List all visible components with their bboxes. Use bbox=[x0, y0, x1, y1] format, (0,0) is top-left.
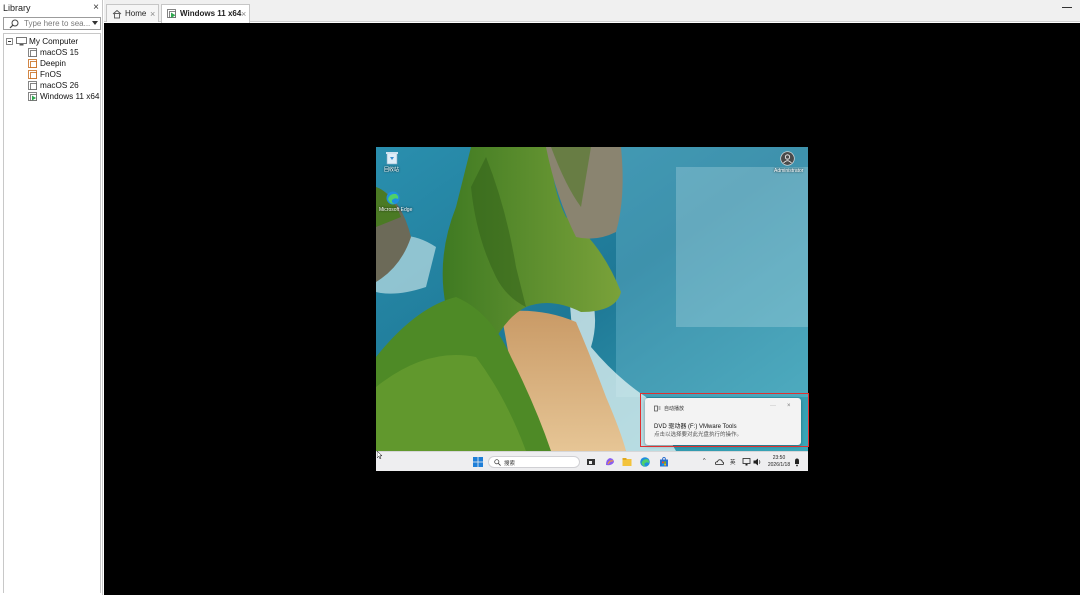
tree-item-vm[interactable]: macOS 26 bbox=[4, 80, 100, 91]
tree-item-vm-running[interactable]: Windows 11 x64 bbox=[4, 91, 100, 102]
search-icon bbox=[9, 19, 19, 29]
tab-close-button[interactable]: × bbox=[241, 9, 246, 19]
copilot-icon[interactable] bbox=[605, 457, 615, 467]
library-search-box[interactable] bbox=[3, 17, 101, 30]
notification-bell-icon[interactable] bbox=[794, 457, 800, 467]
tab-home[interactable]: Home × bbox=[106, 4, 159, 22]
tree-item-vm[interactable]: macOS 15 bbox=[4, 47, 100, 58]
library-header: Library × bbox=[0, 0, 103, 16]
mouse-cursor-icon bbox=[377, 451, 382, 459]
taskbar-search-box[interactable]: 搜索 bbox=[488, 456, 580, 468]
tree-item-vm[interactable]: Deepin bbox=[4, 58, 100, 69]
clock-date: 2026/1/18 bbox=[767, 461, 791, 468]
tab-close-button[interactable]: × bbox=[150, 9, 155, 19]
tree-label: Windows 11 x64 bbox=[40, 92, 100, 101]
tree-label: macOS 26 bbox=[40, 81, 79, 90]
library-search-input[interactable] bbox=[24, 18, 90, 29]
library-panel: Library × My Computer bbox=[0, 0, 103, 595]
desktop-icon-edge[interactable]: Microsoft Edge bbox=[379, 191, 412, 223]
home-icon bbox=[112, 9, 122, 19]
tree-label: macOS 15 bbox=[40, 48, 79, 57]
tree-item-my-computer[interactable]: My Computer bbox=[4, 36, 100, 47]
ime-indicator[interactable]: 英 bbox=[730, 458, 736, 466]
recycle-bin-icon bbox=[386, 152, 398, 165]
annotation-highlight-box bbox=[640, 393, 809, 447]
library-title: Library bbox=[3, 3, 31, 13]
library-tree: My Computer macOS 15 Deepin FnOS macOS 2… bbox=[3, 33, 101, 593]
vm-icon bbox=[28, 70, 37, 79]
vm-icon bbox=[28, 81, 37, 90]
desktop-icon-recycle-bin[interactable]: 回收站 bbox=[384, 151, 400, 175]
volume-icon[interactable] bbox=[753, 458, 762, 466]
onedrive-cloud-icon[interactable] bbox=[715, 458, 724, 466]
vm-icon bbox=[28, 48, 37, 57]
library-close-button[interactable]: × bbox=[93, 2, 99, 13]
windows-start-icon[interactable] bbox=[473, 457, 483, 467]
taskbar-clock[interactable]: 23:50 2026/1/18 bbox=[765, 455, 793, 468]
search-icon bbox=[494, 459, 501, 466]
edge-taskbar-icon[interactable] bbox=[640, 457, 650, 467]
vmware-window: Library × My Computer bbox=[0, 0, 1080, 595]
minimize-button[interactable] bbox=[1062, 7, 1072, 8]
collapse-toggle[interactable] bbox=[6, 38, 13, 45]
tab-label: Windows 11 x64 bbox=[180, 9, 242, 18]
tab-windows-11[interactable]: Windows 11 x64 × bbox=[161, 4, 250, 23]
taskbar-search-text: 搜索 bbox=[504, 461, 516, 467]
desktop-icon-label: 回收站 bbox=[384, 167, 400, 173]
tree-label: FnOS bbox=[40, 70, 62, 79]
tab-label: Home bbox=[125, 9, 147, 18]
edge-icon bbox=[386, 191, 400, 205]
vm-icon bbox=[28, 59, 37, 68]
guest-taskbar: 搜索 ^ 英 23:50 2026/1/18 bbox=[376, 451, 808, 471]
file-explorer-icon[interactable] bbox=[622, 457, 632, 467]
computer-icon bbox=[16, 37, 27, 46]
tree-label: My Computer bbox=[29, 37, 79, 46]
network-icon[interactable] bbox=[742, 458, 751, 466]
vm-running-icon bbox=[28, 92, 37, 101]
tree-item-vm[interactable]: FnOS bbox=[4, 69, 100, 80]
chevron-down-icon[interactable] bbox=[92, 21, 98, 25]
task-view-icon[interactable] bbox=[586, 457, 596, 467]
desktop-icon-label: Microsoft Edge bbox=[379, 207, 413, 213]
user-folder-icon bbox=[780, 151, 795, 166]
tree-label: Deepin bbox=[40, 59, 66, 68]
store-icon[interactable] bbox=[659, 457, 669, 467]
desktop-icon-label: Administrator bbox=[774, 168, 804, 174]
vm-running-icon bbox=[167, 9, 176, 18]
tab-bar: Home × Windows 11 x64 × bbox=[104, 0, 1080, 23]
tray-overflow-chevron[interactable]: ^ bbox=[703, 458, 706, 464]
desktop-icon-user-folder[interactable]: Administrator bbox=[774, 151, 804, 177]
